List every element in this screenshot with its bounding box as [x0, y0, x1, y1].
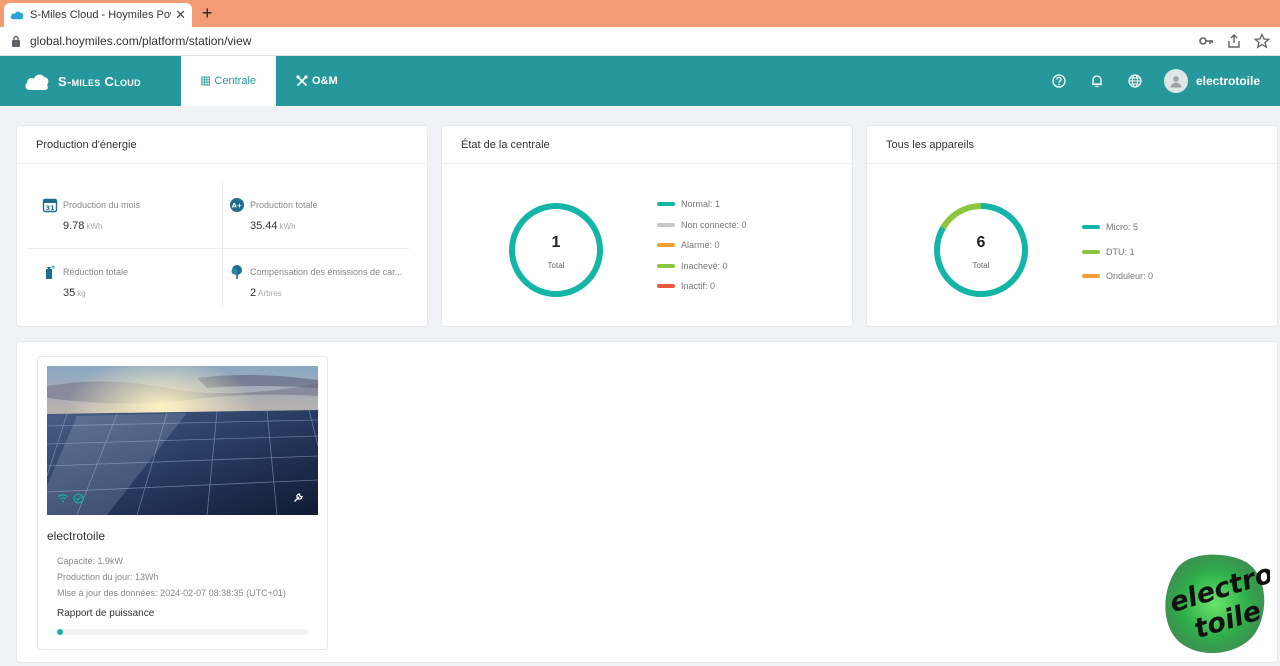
energy-badge-icon: A+ [230, 198, 244, 212]
stat-compensation-value: 2 [250, 287, 257, 299]
tools-icon [296, 75, 308, 87]
unit: kWh [86, 222, 103, 231]
solar-panel-image [47, 366, 318, 515]
brand-logo[interactable]: S-miles Cloud [0, 56, 181, 106]
power-ratio-bar [57, 629, 309, 635]
user-menu[interactable]: electrotoile [1163, 69, 1260, 93]
cloud-logo-icon [25, 74, 49, 90]
power-ratio-fill [57, 629, 63, 635]
legend-swatch [657, 243, 675, 248]
signal-icon [57, 494, 69, 503]
plant-total-value: 1 [551, 234, 561, 251]
nav-centrale[interactable]: Centrale [181, 56, 276, 106]
station-capacity: Capacité: 1.9kW [57, 556, 124, 566]
legend-swatch [657, 202, 675, 207]
unit: Arbres [258, 289, 282, 298]
browser-tabbar: S-Miles Cloud - Hoymiles Power ✕ + [0, 0, 1280, 27]
station-name[interactable]: electrotoile [47, 529, 105, 543]
legend-swatch [657, 284, 675, 289]
legend-item: Alarme: 0 [657, 235, 747, 256]
legend-item: Inachevé: 0 [657, 256, 747, 277]
app-header: S-miles Cloud Centrale O&M electrotoile [0, 56, 1280, 106]
bell-icon[interactable] [1090, 74, 1104, 88]
plant-state-card: État de la centrale 1 Total Normal: 1 No… [441, 125, 853, 327]
nav-om[interactable]: O&M [276, 56, 358, 106]
stat-month-value: 9.78 [63, 220, 85, 232]
stat-month: 31 Production du mois 9.78 kWh [42, 197, 140, 232]
star-icon[interactable] [1254, 33, 1270, 49]
legend-swatch [1082, 249, 1100, 254]
tree-icon [231, 265, 242, 279]
header-actions: electrotoile [1028, 56, 1280, 106]
divider [222, 182, 223, 308]
legend-item: Micro: 5 [1082, 215, 1153, 240]
stat-total: A+ Production totale 35.44 kWh [229, 197, 318, 232]
key-icon[interactable] [1198, 33, 1214, 49]
station-photo[interactable] [47, 366, 318, 515]
legend-swatch [1082, 274, 1100, 279]
station-daily-production: Production du jour: 13Wh [57, 572, 159, 582]
nav-centrale-label: Centrale [214, 75, 256, 87]
devices-total-label: Total [972, 261, 990, 270]
user-icon [1170, 76, 1182, 88]
station-card[interactable]: electrotoile Capacité: 1.9kW Production … [37, 356, 328, 650]
plant-state-legend: Normal: 1 Non connecté: 0 Alarme: 0 Inac… [657, 194, 747, 297]
help-icon[interactable] [1052, 74, 1066, 88]
svg-text:31: 31 [45, 204, 55, 212]
devices-donut: 6 Total [931, 200, 1031, 300]
globe-icon[interactable] [1128, 74, 1142, 88]
factory-icon [46, 265, 55, 279]
nav-om-label: O&M [312, 75, 338, 87]
brand-name: S-miles Cloud [58, 73, 141, 89]
devices-total-value: 6 [976, 234, 986, 251]
stat-reduction-value: 35 [63, 287, 76, 299]
url-field[interactable]: global.hoymiles.com/platform/station/vie… [30, 34, 1186, 48]
station-list-card: electrotoile Capacité: 1.9kW Production … [16, 341, 1278, 663]
stat-reduction: Réduction totale 35 kg [42, 264, 128, 299]
legend-swatch [1082, 225, 1100, 230]
cloud-icon [10, 11, 24, 20]
legend-item: DTU: 1 [1082, 240, 1153, 265]
devices-card: Tous les appareils 6 Total Micro: 5 DTU:… [866, 125, 1278, 327]
share-icon[interactable] [1226, 33, 1242, 49]
legend-item: Inactif: 0 [657, 276, 747, 297]
stat-compensation: Compensation des émissions de car... 2 Ar… [229, 264, 402, 299]
divider [27, 248, 409, 249]
plant-state-donut: 1 Total [506, 200, 606, 300]
stat-total-value: 35.44 [250, 220, 278, 232]
power-ratio-label: Rapport de puissance [57, 608, 155, 619]
check-circle-icon [73, 493, 84, 504]
lock-icon[interactable] [10, 35, 22, 47]
legend-swatch [657, 263, 675, 268]
plant-state-title: État de la centrale [442, 126, 852, 164]
wrench-icon[interactable] [293, 492, 304, 503]
browser-tab[interactable]: S-Miles Cloud - Hoymiles Power ✕ [4, 3, 192, 27]
energy-card-title: Production d'énergie [17, 126, 427, 164]
unit: kg [77, 289, 86, 298]
station-updated: Mise à jour des données: 2024-02-07 08:3… [57, 588, 286, 598]
watermark-logo: electro toile [1158, 548, 1277, 658]
grid-icon [201, 76, 211, 86]
devices-title: Tous les appareils [867, 126, 1277, 164]
energy-production-card: Production d'énergie 31 Production du mo… [16, 125, 428, 327]
electrotoile-logo-icon: electro toile [1165, 554, 1277, 654]
new-tab-button[interactable]: + [202, 3, 213, 23]
avatar [1163, 69, 1188, 93]
plant-total-label: Total [547, 261, 565, 270]
tab-title: S-Miles Cloud - Hoymiles Power [30, 9, 171, 21]
close-icon[interactable]: ✕ [175, 7, 186, 23]
devices-legend: Micro: 5 DTU: 1 Onduleur: 0 [1082, 215, 1153, 289]
calendar-icon: 31 [42, 198, 58, 213]
legend-item: Non connecté: 0 [657, 215, 747, 236]
username: electrotoile [1195, 74, 1260, 88]
unit: kWh [279, 222, 296, 231]
svg-text:A+: A+ [232, 202, 242, 210]
energy-stats: 31 Production du mois 9.78 kWh A+ Product… [17, 164, 427, 327]
address-bar: global.hoymiles.com/platform/station/vie… [0, 27, 1280, 56]
legend-swatch [657, 222, 675, 227]
legend-item: Onduleur: 0 [1082, 264, 1153, 289]
legend-item: Normal: 1 [657, 194, 747, 215]
